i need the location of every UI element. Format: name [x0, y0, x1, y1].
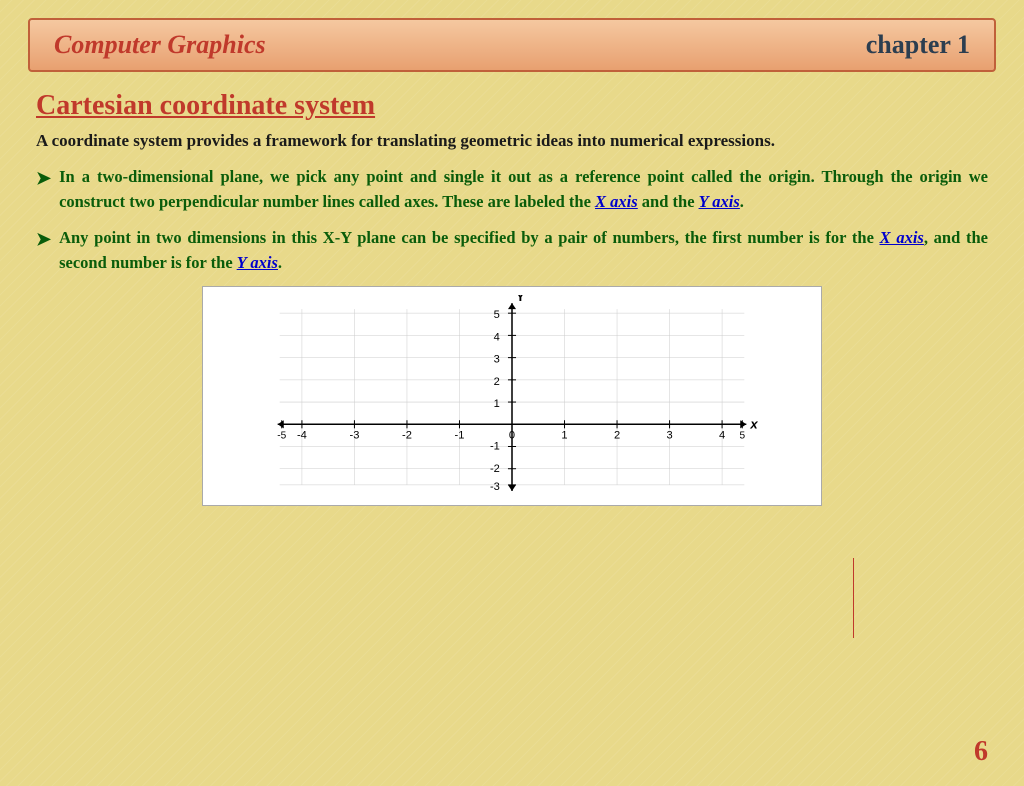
header: Computer Graphics chapter 1 — [28, 18, 996, 72]
svg-text:-5: -5 — [277, 430, 286, 441]
main-content: Cartesian coordinate system A coordinate… — [0, 72, 1024, 506]
intro-text: A coordinate system provides a framework… — [36, 128, 988, 154]
svg-text:-1: -1 — [490, 440, 500, 452]
svg-text:4: 4 — [494, 331, 500, 343]
bullet-item-2: ➤ Any point in two dimensions in this X-… — [36, 225, 988, 276]
svg-text:-3: -3 — [490, 481, 500, 493]
bullet-item-1: ➤ In a two-dimensional plane, we pick an… — [36, 164, 988, 215]
svg-text:-2: -2 — [490, 463, 500, 475]
y-axis-link-1[interactable]: Y axis — [699, 192, 740, 211]
page-number: 6 — [974, 736, 988, 768]
coordinate-chart: -4 -3 -2 -1 0 1 2 3 4 -5 5 1 2 3 4 5 -1 … — [215, 295, 809, 497]
bullet-arrow-2: ➤ — [36, 226, 51, 254]
svg-text:1: 1 — [561, 429, 567, 441]
svg-text:-1: -1 — [455, 429, 465, 441]
svg-text:-2: -2 — [402, 429, 412, 441]
svg-text:-4: -4 — [297, 429, 307, 441]
svg-text:3: 3 — [494, 353, 500, 365]
svg-text:5: 5 — [494, 309, 500, 321]
x-axis-link-2[interactable]: X axis — [880, 228, 924, 247]
svg-text:x: x — [749, 416, 758, 431]
svg-text:4: 4 — [719, 429, 725, 441]
chart-box: -4 -3 -2 -1 0 1 2 3 4 -5 5 1 2 3 4 5 -1 … — [202, 286, 822, 506]
chart-container: -4 -3 -2 -1 0 1 2 3 4 -5 5 1 2 3 4 5 -1 … — [36, 286, 988, 506]
svg-text:2: 2 — [494, 376, 500, 388]
right-vertical-line — [853, 558, 854, 638]
svg-text:1: 1 — [494, 398, 500, 410]
bullet-list: ➤ In a two-dimensional plane, we pick an… — [36, 164, 988, 276]
svg-text:2: 2 — [614, 429, 620, 441]
svg-text:5: 5 — [739, 430, 745, 441]
svg-text:0: 0 — [509, 429, 515, 441]
bullet-arrow-1: ➤ — [36, 165, 51, 193]
header-title: Computer Graphics — [54, 30, 266, 60]
bullet-text-2: Any point in two dimensions in this X-Y … — [59, 225, 988, 276]
x-axis-link-1[interactable]: X axis — [595, 192, 638, 211]
svg-text:3: 3 — [666, 429, 672, 441]
bullet-text-1: In a two-dimensional plane, we pick any … — [59, 164, 988, 215]
section-title: Cartesian coordinate system — [36, 90, 988, 122]
header-chapter: chapter 1 — [866, 30, 970, 60]
svg-text:-3: -3 — [349, 429, 359, 441]
svg-text:Y: Y — [516, 295, 525, 304]
y-axis-link-2[interactable]: Y axis — [237, 253, 278, 272]
